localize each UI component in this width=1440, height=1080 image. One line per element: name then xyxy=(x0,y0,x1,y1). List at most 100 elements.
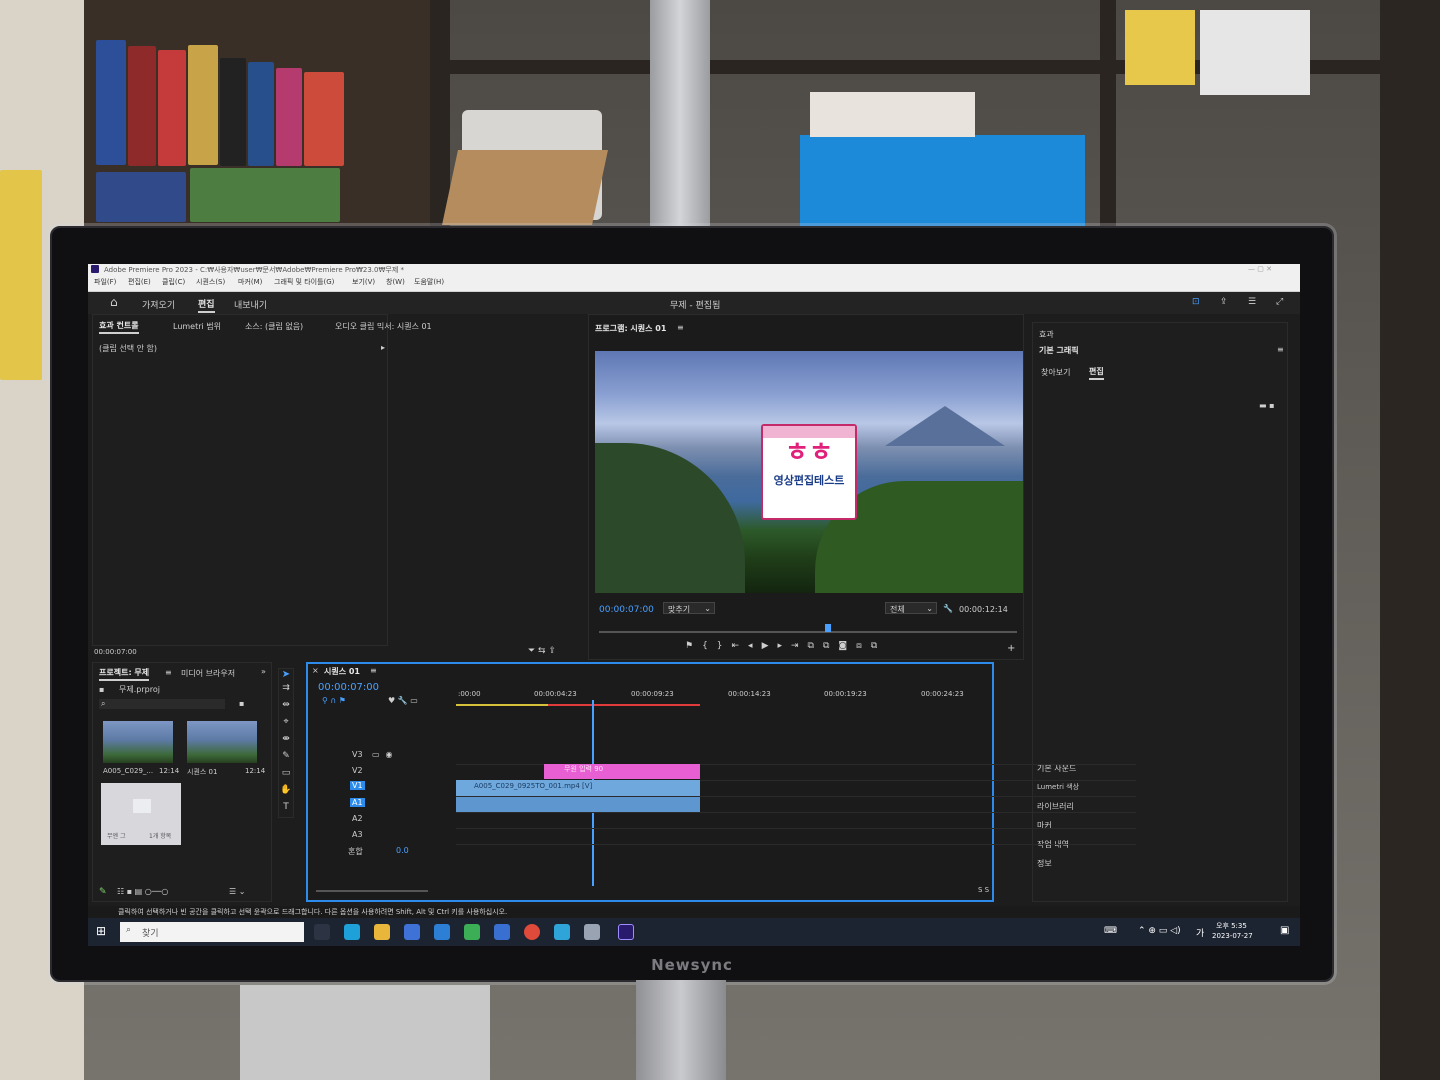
sort-icon[interactable]: ☰ ⌄ xyxy=(229,887,245,896)
home-icon[interactable]: ⌂ xyxy=(110,295,118,309)
store-icon[interactable] xyxy=(404,924,420,940)
chevron-right-icon[interactable]: ▸ xyxy=(381,343,385,352)
sequence-thumbnail[interactable] xyxy=(187,721,257,763)
mix-value[interactable]: 0.0 xyxy=(396,846,409,855)
quick-export-icon[interactable]: ⊡ xyxy=(1192,297,1200,307)
timeline-timecode[interactable]: 00:00:07:00 xyxy=(318,682,379,693)
graphic-clip[interactable]: 무원 입력 90 xyxy=(544,764,700,779)
app-icon[interactable] xyxy=(554,924,570,940)
tab-audio-clip-mixer[interactable]: 오디오 클립 믹서: 시퀀스 01 xyxy=(335,321,432,332)
track-v2[interactable]: V2 xyxy=(352,766,363,775)
menu-file[interactable]: 파일(F) xyxy=(94,277,116,287)
tab-edit[interactable]: 편집 xyxy=(198,297,215,313)
track-a3[interactable]: A3 xyxy=(352,830,363,839)
keyboard-icon[interactable]: ⌨ xyxy=(1104,926,1117,936)
mix-label: 혼합 xyxy=(348,847,363,856)
track-a1[interactable]: A1 xyxy=(350,798,365,807)
taskbar-search-input[interactable]: ⌕ 찾기 xyxy=(120,922,304,942)
menu-sequence[interactable]: 시퀀스(S) xyxy=(196,277,225,287)
tab-browse[interactable]: 찾아보기 xyxy=(1041,367,1070,378)
effects-panel-title[interactable]: 효과 xyxy=(1039,329,1054,340)
menu-help[interactable]: 도움말(H) xyxy=(414,277,444,287)
tools-icons[interactable]: ⇉ ⇹ ⌖ ⇼ ✎ ▭ ✋ T xyxy=(279,680,293,816)
tab-edit-graphics[interactable]: 편집 xyxy=(1089,366,1104,380)
video-preview[interactable]: ㅎㅎ 영상편집테스트 xyxy=(595,351,1023,593)
panel-menu-icon[interactable]: ≡ xyxy=(1277,345,1284,354)
edge-icon[interactable] xyxy=(344,924,360,940)
filter-icon[interactable]: ⏷ ⇆ ⇪ xyxy=(528,646,556,656)
chrome-icon[interactable] xyxy=(524,924,540,940)
project-search-input[interactable]: ⌕ xyxy=(99,699,225,709)
mail-icon[interactable] xyxy=(434,924,450,940)
settings-icon[interactable] xyxy=(584,924,600,940)
pencil-icon[interactable]: ✎ xyxy=(99,887,107,897)
menu-window[interactable]: 창(W) xyxy=(386,277,405,287)
remote-desktop-icon[interactable] xyxy=(494,924,510,940)
box xyxy=(1125,10,1195,85)
input-language[interactable]: 가 xyxy=(1196,926,1204,939)
audio-clip[interactable] xyxy=(456,797,700,812)
menu-edit[interactable]: 편집(E) xyxy=(128,277,151,287)
share-icon[interactable]: ⇪ xyxy=(1220,297,1228,307)
info[interactable]: 정보 xyxy=(1037,858,1052,869)
tab-lumetri-scopes[interactable]: Lumetri 범위 xyxy=(173,321,221,332)
program-scrubber[interactable] xyxy=(599,631,1017,633)
marker-icon[interactable]: ♥ 🔧 ▭ xyxy=(388,696,418,705)
fit-dropdown[interactable]: 맞추기 ⌄ xyxy=(663,602,715,614)
tab-source[interactable]: 소스: (클립 없음) xyxy=(245,321,303,332)
tab-import[interactable]: 가져오기 xyxy=(142,298,175,311)
chevron-down-icon: ⌄ xyxy=(926,604,933,613)
program-playhead[interactable] xyxy=(825,624,831,632)
fullscreen-icon[interactable]: ⤢ xyxy=(1276,297,1283,307)
window-controls[interactable]: — ▢ ✕ xyxy=(1248,265,1272,273)
title-overlay[interactable]: ㅎㅎ 영상편집테스트 xyxy=(761,424,857,520)
track-a2[interactable]: A2 xyxy=(352,814,363,823)
file-explorer-icon[interactable] xyxy=(374,924,390,940)
windows-start-icon[interactable]: ⊞ xyxy=(96,924,106,938)
clock-time[interactable]: 오후 5:35 xyxy=(1216,921,1247,931)
menu-view[interactable]: 보기(V) xyxy=(352,277,375,287)
chevron-right-icon[interactable]: » xyxy=(261,667,266,676)
track-toggle-icons[interactable]: ▭◉ xyxy=(372,750,399,759)
panel-menu-icon[interactable]: ≡ xyxy=(370,666,377,675)
menu-marker[interactable]: 마커(M) xyxy=(238,277,262,287)
task-view-icon[interactable] xyxy=(314,924,330,940)
quality-dropdown[interactable]: 전체 ⌄ xyxy=(885,602,937,614)
wrench-icon[interactable]: 🔧 xyxy=(943,604,953,613)
render-bar[interactable] xyxy=(548,704,700,706)
xbox-icon[interactable] xyxy=(464,924,480,940)
close-icon[interactable]: × xyxy=(312,666,319,675)
tray-icons[interactable]: ⌃ ⊕ ▭ ◁) xyxy=(1138,926,1181,936)
menu-icon[interactable]: ☰ xyxy=(1248,297,1256,307)
list-view-icon[interactable]: ☷ ▪ ▤ ○──○ xyxy=(117,887,168,896)
menu-clip[interactable]: 클립(C) xyxy=(162,277,185,287)
tab-export[interactable]: 내보내기 xyxy=(234,298,267,311)
track-v3[interactable]: V3 xyxy=(352,750,363,759)
panel-menu-icon[interactable]: ≡ xyxy=(165,668,172,677)
tab-media-browser[interactable]: 미디어 브라우저 xyxy=(181,668,235,679)
zoom-scrollbar[interactable] xyxy=(316,890,428,892)
tab-project[interactable]: 프로젝트: 무제 xyxy=(99,667,150,681)
bin-item[interactable]: 무엔 그 1개 항목 xyxy=(101,783,181,845)
timeline-tab[interactable]: 시퀀스 01 xyxy=(324,666,360,677)
tab-effect-controls[interactable]: 효과 컨트롤 xyxy=(99,320,139,334)
premiere-taskbar-icon[interactable] xyxy=(618,924,634,940)
track-area[interactable]: 무원 입력 90 A005_C029_0925TO_001.mp4 [V] xyxy=(456,750,1136,862)
cardboard xyxy=(442,150,608,225)
panel-menu-icon[interactable]: ≡ xyxy=(677,323,684,332)
status-bar: 클릭하여 선택하거나 빈 공간을 클릭하고 선택 윤곽으로 드래그합니다. 다른… xyxy=(88,906,1300,918)
transport-controls[interactable]: ⚑{}⇤◂▶▸⇥⧉⧉◙⧈⧉ xyxy=(685,641,1005,653)
search-icon: ⌕ xyxy=(101,699,106,708)
add-button-icon[interactable]: + xyxy=(1007,643,1015,654)
program-timecode[interactable]: 00:00:07:00 xyxy=(599,605,654,615)
timeline-tools-icons[interactable]: ⚲ ∩ ⚑ xyxy=(322,696,346,705)
notification-icon[interactable]: ▣ xyxy=(1280,925,1289,936)
new-bin-icon[interactable]: ▪ xyxy=(239,699,244,708)
folder-icon[interactable]: ▬ ▪ xyxy=(1259,401,1275,410)
selection-tool-icon[interactable]: ➤ xyxy=(279,669,293,680)
clock-date[interactable]: 2023-07-27 xyxy=(1212,932,1253,940)
clip-thumbnail[interactable] xyxy=(103,721,173,763)
video-clip[interactable]: A005_C029_0925TO_001.mp4 [V] xyxy=(456,780,700,796)
track-v1[interactable]: V1 xyxy=(350,781,365,790)
menu-graphics[interactable]: 그래픽 및 타이틀(G) xyxy=(274,277,334,287)
